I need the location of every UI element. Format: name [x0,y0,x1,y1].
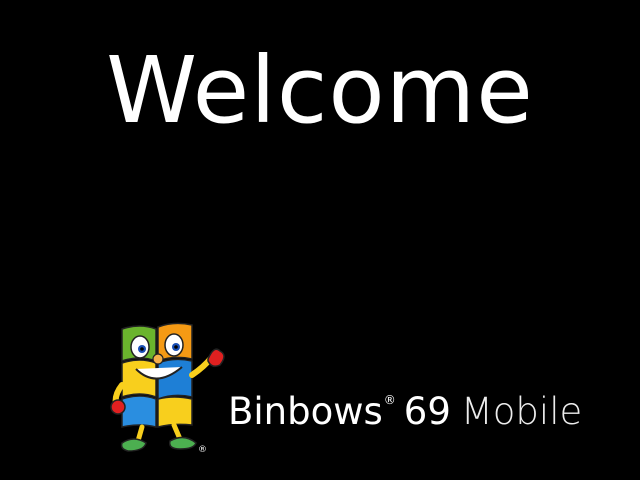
brand-version: 69 [403,390,451,433]
mascot-registered-mark: ® [198,445,207,455]
brand-logo-area: ® Binbows® 69 Mobile [100,315,620,465]
brand-wordmark: Binbows® 69 Mobile [228,375,582,437]
brand-name: Binbows [228,390,383,433]
brand-registered-mark: ® [383,393,396,407]
welcome-title: Welcome [106,37,534,144]
brand-edition: Mobile [460,390,583,433]
binbows-mascot-logo-icon [110,322,225,452]
